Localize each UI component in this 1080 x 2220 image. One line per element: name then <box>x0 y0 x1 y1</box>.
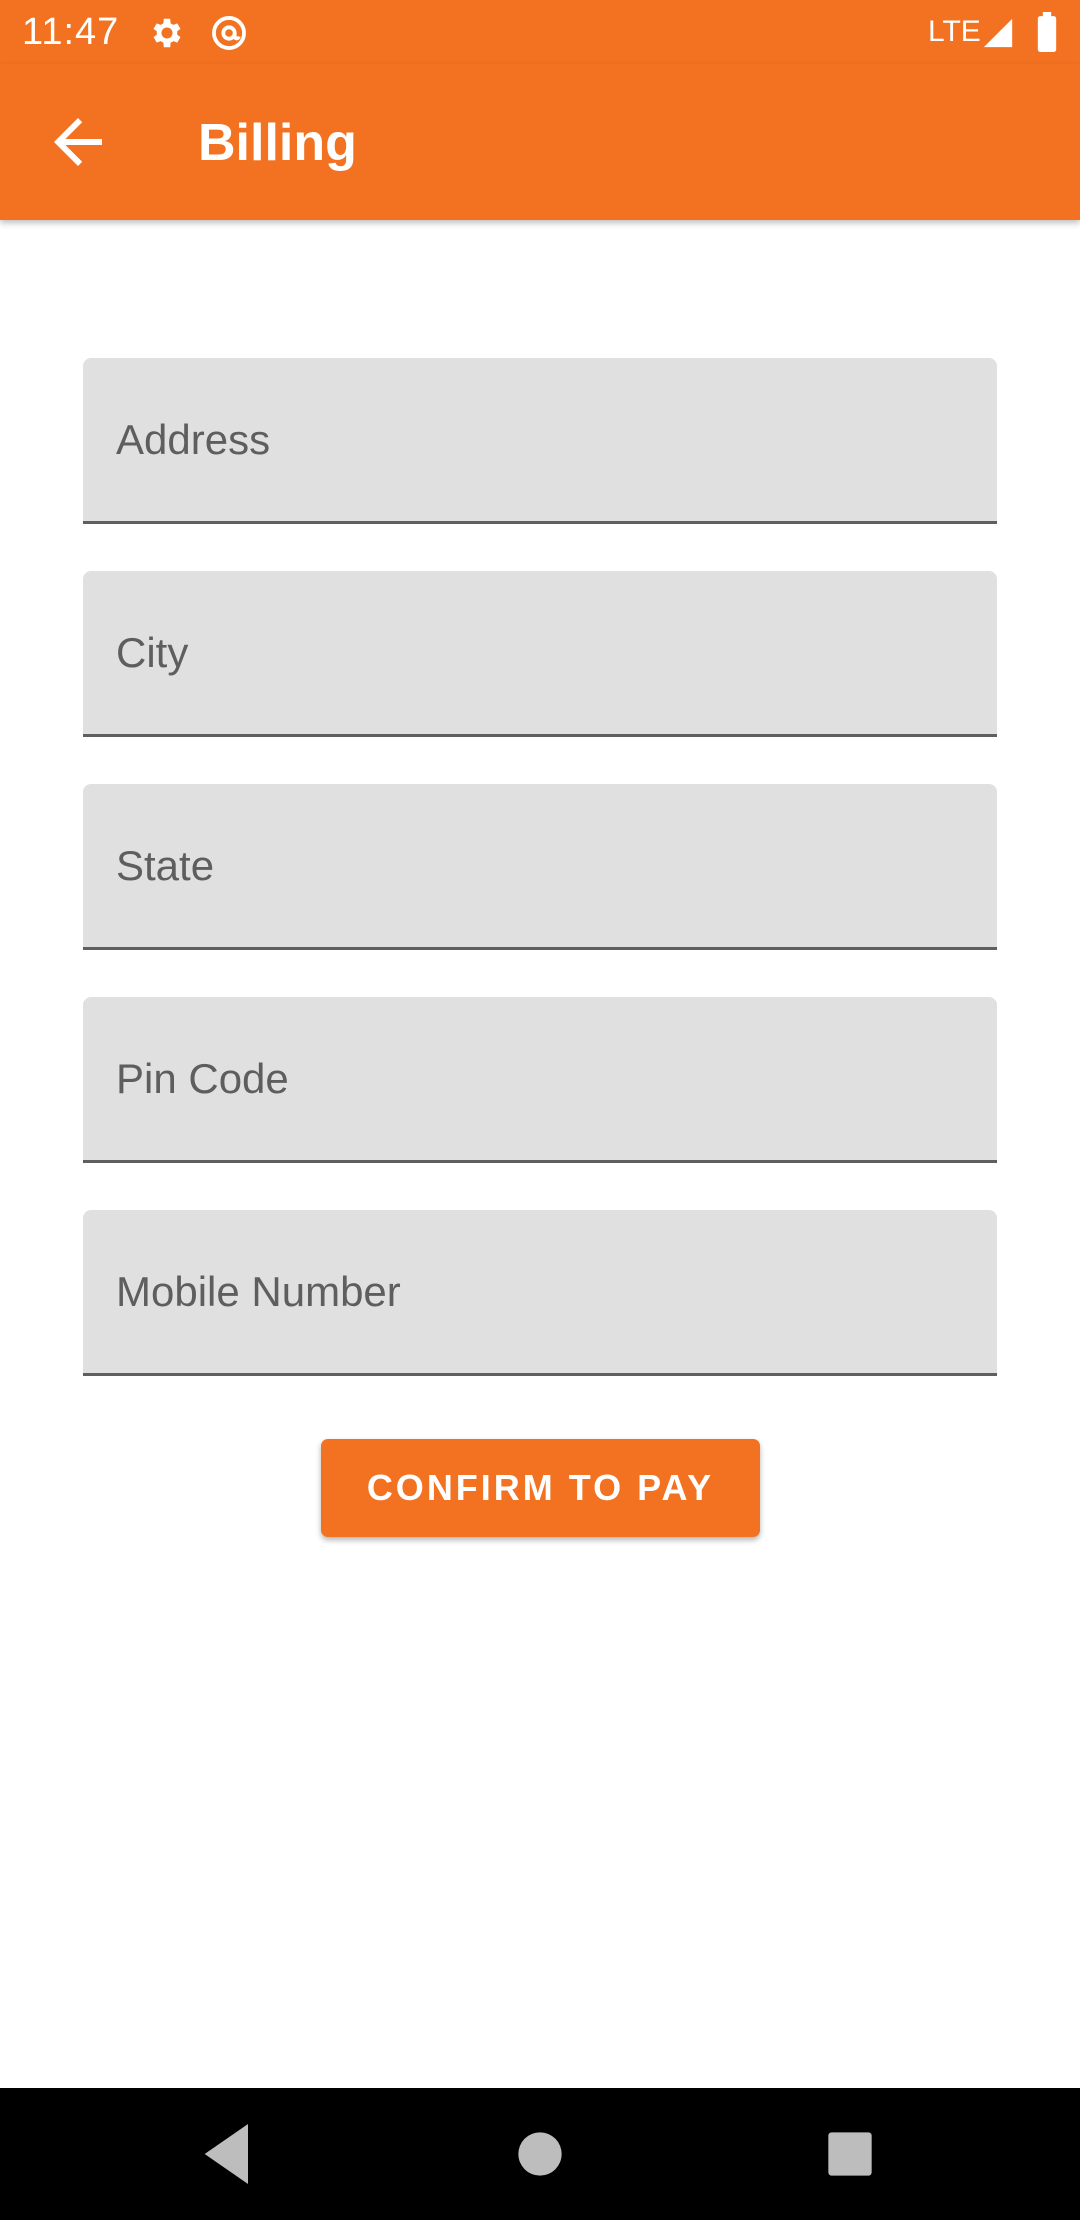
mobile-number-input[interactable] <box>83 1210 997 1373</box>
nav-recents-button[interactable] <box>810 2114 890 2194</box>
state-field[interactable] <box>83 784 997 950</box>
app-bar: Billing <box>0 64 1080 220</box>
billing-screen: 11:47 LTE Billing Address City State Pin… <box>0 0 1080 2220</box>
city-input[interactable] <box>83 571 997 734</box>
status-time: 11:47 <box>22 11 120 53</box>
home-circle-icon <box>500 2114 580 2194</box>
nav-home-button[interactable] <box>500 2114 580 2194</box>
confirm-to-pay-button[interactable]: CONFIRM TO PAY <box>321 1439 760 1537</box>
city-field[interactable] <box>83 571 997 737</box>
system-navigation-bar <box>0 2088 1080 2220</box>
address-field[interactable] <box>83 358 997 524</box>
address-input[interactable] <box>83 358 997 521</box>
arrow-back-icon <box>42 106 114 178</box>
pin-code-field[interactable] <box>83 997 997 1163</box>
signal-icon <box>980 16 1016 50</box>
mobile-number-field[interactable] <box>83 1210 997 1376</box>
status-bar: 11:47 LTE <box>0 0 1080 64</box>
back-button[interactable] <box>42 106 114 178</box>
at-sign-icon <box>210 14 248 52</box>
gear-icon <box>148 14 186 52</box>
nav-back-button[interactable] <box>188 2114 268 2194</box>
page-title: Billing <box>198 114 357 172</box>
state-input[interactable] <box>83 784 997 947</box>
network-type-label: LTE <box>928 15 981 48</box>
back-triangle-icon <box>188 2114 268 2194</box>
recents-square-icon <box>810 2114 890 2194</box>
pin-code-input[interactable] <box>83 997 997 1160</box>
battery-icon <box>1036 12 1058 52</box>
